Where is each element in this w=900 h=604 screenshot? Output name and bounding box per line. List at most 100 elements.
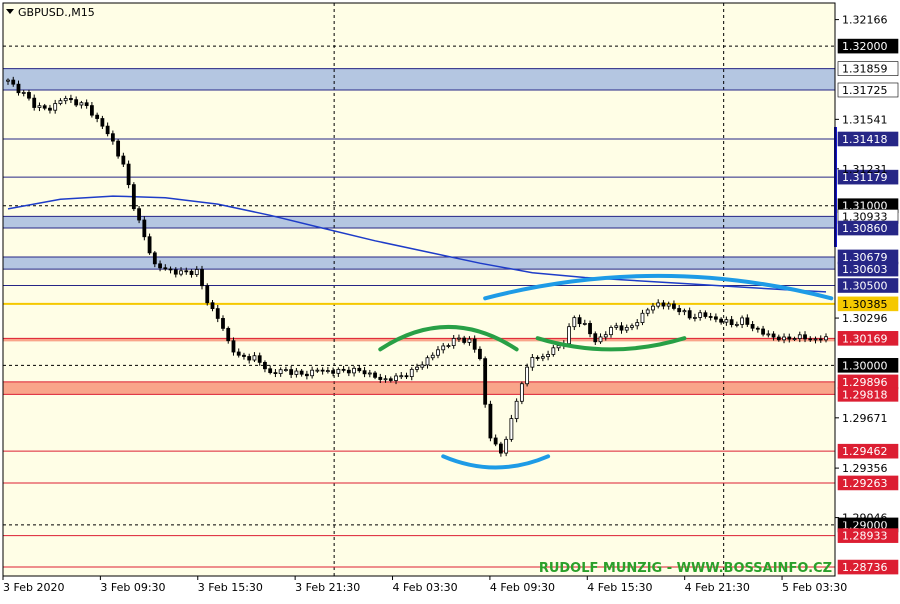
candle-body [325, 370, 330, 373]
candle-body [488, 403, 493, 439]
candle-body [682, 310, 687, 313]
candle-body [357, 367, 362, 372]
candle-body [734, 323, 739, 326]
candle-body [21, 92, 26, 94]
candle[interactable] [205, 283, 210, 306]
resistance-zone [3, 381, 835, 395]
candle-body [42, 105, 47, 109]
candle-body [535, 357, 540, 359]
candle-body [110, 133, 115, 142]
candle-body [268, 368, 273, 373]
candlestick-chart[interactable]: 1.320001.318591.317251.314181.311791.310… [0, 0, 900, 600]
candle[interactable] [200, 265, 204, 290]
candle-body [179, 270, 183, 275]
candle-body [514, 400, 519, 419]
candle-body [761, 328, 765, 335]
candle-body [420, 364, 425, 368]
candle-body [540, 356, 545, 359]
candle[interactable] [116, 139, 121, 159]
candle-body [341, 368, 346, 371]
candle-body [142, 219, 147, 238]
candle-body [388, 378, 393, 381]
candle-body [708, 316, 713, 318]
candle[interactable] [519, 381, 524, 405]
candle-body [813, 338, 818, 341]
candle-body [284, 369, 288, 371]
candle-body [457, 337, 461, 340]
support-zone [3, 68, 835, 90]
candle-body [493, 437, 498, 445]
candle-body [766, 333, 771, 336]
candle-body [519, 383, 524, 402]
candle-body [294, 370, 299, 375]
candle[interactable] [147, 233, 152, 255]
candle-body [215, 308, 220, 319]
candle-body [168, 268, 173, 271]
candle-body [69, 98, 73, 101]
price-level-label: 1.30500 [842, 280, 888, 293]
candle-body [116, 140, 121, 157]
candle-body [105, 125, 110, 135]
candle-body [661, 302, 666, 307]
candle-body [194, 269, 199, 275]
candle-body [824, 336, 828, 341]
candle-body [797, 334, 802, 339]
candle[interactable] [483, 356, 488, 408]
candle-body [546, 354, 550, 358]
support-zone [3, 216, 835, 229]
candle-body [378, 376, 383, 380]
candle[interactable] [525, 363, 530, 387]
candle-body [299, 370, 304, 375]
candle[interactable] [504, 436, 509, 457]
candle[interactable] [488, 400, 493, 442]
candle-body [818, 338, 823, 341]
candle-body [242, 354, 246, 357]
candle-body [53, 103, 58, 111]
candle-body [278, 369, 283, 374]
candle[interactable] [126, 160, 131, 189]
y-tick-label: 1.29046 [842, 512, 888, 525]
candle-body [551, 347, 556, 355]
candle-body [483, 358, 488, 405]
candle-body [687, 310, 692, 319]
candle-body [289, 369, 294, 375]
y-tick-label: 1.31231 [842, 163, 888, 176]
candle-body [231, 340, 236, 353]
candle-body [729, 319, 734, 325]
x-tick-label: 4 Feb 15:30 [587, 581, 652, 594]
price-level-label: 1.31418 [842, 133, 888, 146]
x-tick-label: 3 Feb 2020 [3, 581, 64, 594]
y-tick-label: 1.32166 [842, 14, 888, 27]
candle-body [6, 79, 10, 82]
candle-body [346, 369, 351, 374]
candle-body [630, 325, 634, 328]
candle-body [336, 368, 341, 374]
price-level-label: 1.30169 [842, 332, 888, 345]
x-tick-label: 3 Feb 09:30 [100, 581, 165, 594]
candle-body [677, 308, 682, 313]
candle[interactable] [131, 182, 136, 212]
candle[interactable] [142, 216, 147, 241]
candle-body [803, 334, 807, 340]
candle-body [567, 326, 571, 345]
candle-body [451, 338, 456, 346]
candle-body [163, 267, 168, 270]
candle-body [100, 118, 105, 127]
candle[interactable] [226, 326, 231, 344]
candle-body [315, 369, 320, 372]
candle-body [672, 303, 676, 309]
y-tick-label: 1.30296 [842, 312, 888, 325]
candle-body [782, 336, 786, 341]
candle-body [74, 99, 79, 106]
candle-body [205, 285, 210, 304]
candle-body [404, 375, 409, 378]
candle-body [89, 105, 94, 116]
candle-body [399, 375, 404, 378]
candle-body [11, 79, 16, 85]
candle[interactable] [567, 323, 571, 346]
candle-body [383, 378, 388, 381]
candle-body [598, 336, 603, 343]
candle[interactable] [509, 414, 514, 442]
candle[interactable] [514, 398, 519, 423]
candle-body [352, 367, 356, 374]
